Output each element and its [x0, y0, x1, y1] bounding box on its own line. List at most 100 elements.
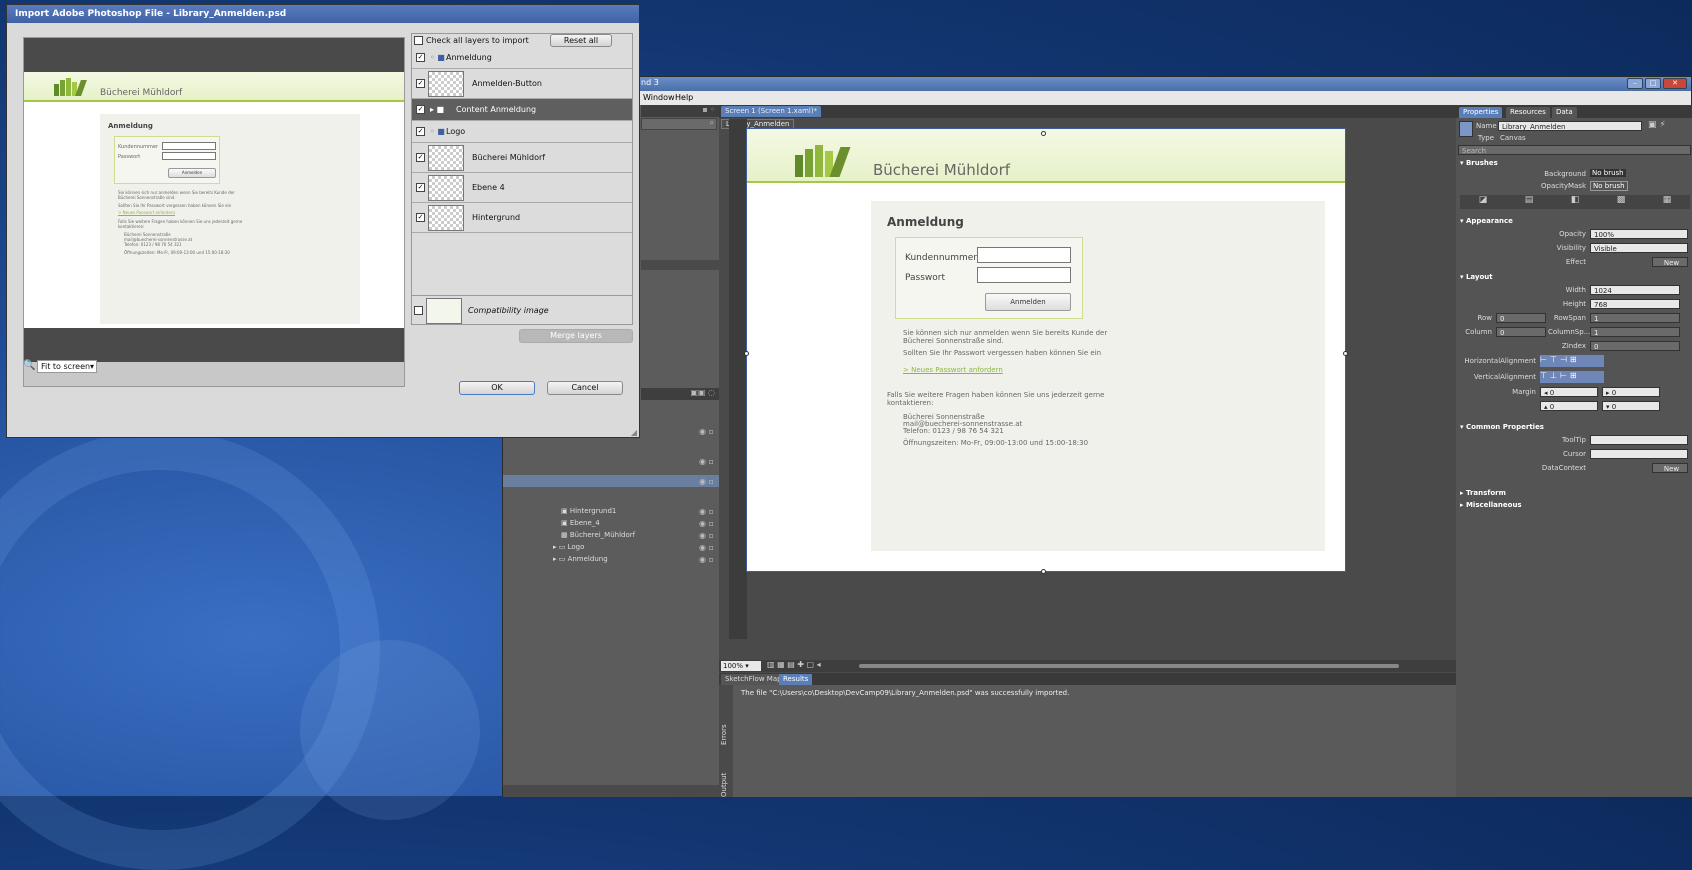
compat-checkbox[interactable] — [414, 306, 423, 315]
layer-row[interactable]: ✓ ◦ ■ Anmeldung — [412, 47, 632, 69]
event-toggle-icons[interactable]: ▣ ⚡ — [1648, 120, 1666, 130]
menu-window[interactable]: Window — [643, 93, 675, 102]
layer-row[interactable]: ✓ Anmelden-Button — [412, 69, 632, 99]
ok-button[interactable]: OK — [459, 381, 535, 395]
resize-handle[interactable] — [1343, 351, 1348, 356]
panel-menu-icon[interactable]: ▪ ◦ — [702, 105, 715, 114]
horizontal-scrollbar[interactable] — [859, 664, 1399, 668]
background-value[interactable]: No brush — [1590, 169, 1626, 177]
preview-bottom-bar — [24, 328, 404, 362]
layer-row[interactable]: ✓ ◦ ■ Logo — [412, 121, 632, 143]
property-search[interactable]: Search — [1458, 145, 1691, 155]
misc-section[interactable]: ▸ Miscellaneous — [1460, 501, 1522, 509]
cursor-select[interactable] — [1590, 449, 1688, 459]
layer-row[interactable]: ✓ Hintergrund — [412, 203, 632, 233]
common-section[interactable]: ▾ Common Properties — [1460, 423, 1544, 431]
object-hintergrund[interactable]: ▣ Hintergrund1 — [561, 507, 616, 515]
column-field[interactable]: 0 — [1496, 327, 1546, 337]
zindex-field[interactable]: 0 — [1590, 341, 1680, 351]
menu-help[interactable]: Help — [675, 93, 693, 102]
login-button[interactable]: Anmelden — [985, 293, 1071, 311]
panel-pin-icon[interactable]: ▣▣ ◌ — [690, 388, 715, 397]
layer-checkbox[interactable]: ✓ — [416, 153, 425, 162]
tooltip-field[interactable] — [1590, 435, 1688, 445]
resize-handle[interactable] — [744, 351, 749, 356]
visibility-select[interactable]: Visible — [1590, 243, 1688, 253]
eye-icon[interactable]: ◉ ▫ — [699, 427, 714, 436]
preview-user-input — [162, 142, 216, 150]
tab-screen1[interactable]: Screen 1 (Screen 1.xaml)* — [721, 106, 822, 117]
name-field[interactable]: Library_Anmelden — [1498, 121, 1642, 131]
tab-output[interactable]: Output — [720, 773, 728, 797]
layer-checkbox[interactable]: ✓ — [416, 53, 425, 62]
object-buecherei[interactable]: ▦ Bücherei_Mühldorf — [561, 531, 635, 539]
preview-link: > Neues Passwort anfordern — [118, 210, 176, 215]
merge-layers-button[interactable]: Merge layers — [519, 329, 633, 343]
search-box[interactable]: ⌕ — [641, 118, 717, 130]
reset-all-button[interactable]: Reset all — [550, 34, 612, 47]
tab-properties[interactable]: Properties — [1459, 107, 1503, 118]
check-all-checkbox[interactable] — [414, 36, 423, 45]
layer-row[interactable]: ✓ Ebene 4 — [412, 173, 632, 203]
object-ebene4[interactable]: ▣ Ebene_4 — [561, 519, 600, 527]
tab-data[interactable]: Data — [1552, 107, 1577, 118]
opacitymask-value[interactable]: No brush — [1590, 181, 1628, 191]
brushes-section[interactable]: ▾ Brushes — [1460, 159, 1498, 167]
columnspan-field[interactable]: 1 — [1590, 327, 1680, 337]
user-input[interactable] — [977, 247, 1071, 263]
maximize-button[interactable]: □ — [1645, 78, 1661, 89]
pass-input[interactable] — [977, 267, 1071, 283]
eye-icon[interactable]: ◉ ▫ — [699, 543, 714, 552]
tab-results[interactable]: Results — [779, 674, 813, 685]
object-logo[interactable]: ▸ ▭ Logo — [553, 543, 584, 551]
tab-sketchflow-map[interactable]: SketchFlow Map — [721, 674, 786, 685]
tab-resources[interactable]: Resources — [1506, 107, 1550, 118]
rowspan-label: RowSpan — [1553, 314, 1586, 322]
zoom-select[interactable]: 100% ▾ — [721, 661, 761, 671]
appearance-section[interactable]: ▾ Appearance — [1460, 217, 1513, 225]
margin-right-field[interactable]: ▸ 0 — [1602, 387, 1660, 397]
artboard-canvas[interactable]: Bücherei Mühldorf Anmeldung Kundennummer… — [746, 128, 1346, 572]
effect-new-button[interactable]: New — [1652, 257, 1688, 267]
height-field[interactable]: 768 — [1590, 299, 1680, 309]
fit-to-screen-select[interactable]: Fit to screen ▾ — [37, 360, 97, 373]
valign-buttons[interactable]: ⊤⊥⊢⊞ — [1540, 371, 1604, 383]
layer-row[interactable]: ✓ Bücherei Mühldorf — [412, 143, 632, 173]
layer-checkbox[interactable]: ✓ — [416, 127, 425, 136]
halign-buttons[interactable]: ⊢⊤⊣⊞ — [1540, 355, 1604, 367]
properties-panel: Properties Resources Data Name Library_A… — [1456, 105, 1692, 797]
eye-icon[interactable]: ◉ ▫ — [699, 457, 714, 466]
resize-grip-icon[interactable]: ◢ — [631, 428, 637, 437]
selected-object-row[interactable] — [503, 475, 719, 487]
layer-checkbox[interactable]: ✓ — [416, 79, 425, 88]
transform-section[interactable]: ▸ Transform — [1460, 489, 1506, 497]
eye-icon[interactable]: ◉ ▫ — [699, 555, 714, 564]
rowspan-field[interactable]: 1 — [1590, 313, 1680, 323]
width-field[interactable]: 1024 — [1590, 285, 1680, 295]
minimize-button[interactable]: – — [1627, 78, 1643, 89]
layer-checkbox[interactable]: ✓ — [416, 213, 425, 222]
eye-icon[interactable]: ◉ ▫ — [699, 507, 714, 516]
margin-left-field[interactable]: ◂ 0 — [1540, 387, 1598, 397]
margin-bottom-field[interactable]: ▾ 0 — [1602, 401, 1660, 411]
resize-handle[interactable] — [1041, 131, 1046, 136]
layout-section[interactable]: ▾ Layout — [1460, 273, 1493, 281]
margin-top-field[interactable]: ▴ 0 — [1540, 401, 1598, 411]
layer-checkbox[interactable]: ✓ — [416, 183, 425, 192]
opacity-field[interactable]: 100% — [1590, 229, 1688, 239]
resize-handle[interactable] — [1041, 569, 1046, 574]
row-field[interactable]: 0 — [1496, 313, 1546, 323]
layer-row[interactable]: ✓ ▸ ■ Content Anmeldung — [412, 99, 632, 121]
view-toggle-icons[interactable]: ▥ ▦ ▤ ✚ ▢ ◂ — [767, 660, 821, 669]
eye-icon[interactable]: ◉ ▫ — [699, 477, 714, 486]
new-password-link[interactable]: > Neues Passwort anfordern — [903, 366, 1003, 374]
datacontext-new-button[interactable]: New — [1652, 463, 1688, 473]
object-anmeldung[interactable]: ▸ ▭ Anmeldung — [553, 555, 608, 563]
eye-icon[interactable]: ◉ ▫ — [699, 519, 714, 528]
cancel-button[interactable]: Cancel — [547, 381, 623, 395]
brush-type-tabs[interactable]: ◪ ▤ ◧ ▩ ▦ — [1460, 195, 1690, 209]
layer-checkbox[interactable]: ✓ — [416, 105, 425, 114]
close-button[interactable]: ✕ — [1663, 78, 1687, 89]
tab-errors[interactable]: Errors — [720, 724, 728, 745]
eye-icon[interactable]: ◉ ▫ — [699, 531, 714, 540]
